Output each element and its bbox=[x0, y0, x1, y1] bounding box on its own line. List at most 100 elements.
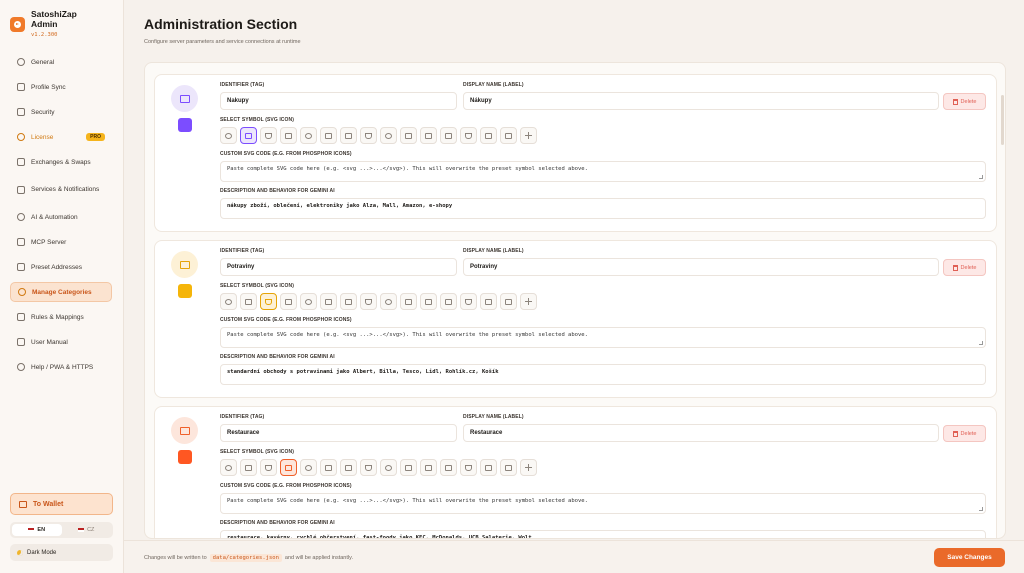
symbol-option[interactable] bbox=[280, 293, 297, 310]
symbol-option[interactable] bbox=[500, 293, 517, 310]
symbol-option[interactable] bbox=[300, 127, 317, 144]
description-textarea[interactable]: standardní obchody s potravinami jako Al… bbox=[220, 364, 986, 385]
symbol-option[interactable] bbox=[320, 127, 337, 144]
sidebar-item-general[interactable]: General bbox=[10, 52, 112, 72]
symbol-option[interactable] bbox=[460, 459, 477, 476]
category-color-picker[interactable] bbox=[178, 284, 192, 298]
display-name-input[interactable]: Restaurace bbox=[463, 424, 939, 442]
identifier-input[interactable]: Potraviny bbox=[220, 258, 457, 276]
display-name-input[interactable]: Potraviny bbox=[463, 258, 939, 276]
sidebar-item-help-pwa-https[interactable]: Help / PWA & HTTPS bbox=[10, 357, 112, 377]
sidebar-item-preset-addresses[interactable]: Preset Addresses bbox=[10, 257, 112, 277]
category-color-picker[interactable] bbox=[178, 450, 192, 464]
symbol-option[interactable] bbox=[440, 127, 457, 144]
symbol-option[interactable] bbox=[420, 293, 437, 310]
symbol-option[interactable] bbox=[260, 127, 277, 144]
cz-flag-icon bbox=[78, 528, 85, 532]
lang-en-button[interactable]: EN bbox=[12, 524, 62, 536]
symbol-option[interactable] bbox=[360, 293, 377, 310]
description-textarea[interactable]: nákupy zboží, oblečení, elektroniky jako… bbox=[220, 198, 986, 219]
symbol-option[interactable] bbox=[440, 293, 457, 310]
brand: SatoshiZap Admin v1.2.300 bbox=[10, 9, 77, 38]
symbol-option[interactable] bbox=[520, 459, 537, 476]
scrollbar[interactable] bbox=[1001, 95, 1004, 145]
fork-knife-icon bbox=[285, 464, 292, 471]
sidebar-item-security[interactable]: Security bbox=[10, 102, 112, 122]
symbol-option[interactable] bbox=[380, 459, 397, 476]
dark-mode-toggle[interactable]: Dark Mode bbox=[10, 544, 113, 561]
symbol-option[interactable] bbox=[240, 127, 257, 144]
symbol-option[interactable] bbox=[520, 127, 537, 144]
symbol-option[interactable] bbox=[520, 293, 537, 310]
custom-svg-textarea[interactable]: Paste complete SVG code here (e.g. <svg … bbox=[220, 327, 986, 348]
footer-text-after: and will be applied instantly. bbox=[284, 555, 353, 561]
to-wallet-button[interactable]: To Wallet bbox=[10, 493, 113, 515]
custom-svg-textarea[interactable]: Paste complete SVG code here (e.g. <svg … bbox=[220, 493, 986, 514]
sidebar-item-mcp-server[interactable]: MCP Server bbox=[10, 232, 112, 252]
category-color-picker[interactable] bbox=[178, 118, 192, 132]
symbol-option[interactable] bbox=[400, 459, 417, 476]
symbol-option[interactable] bbox=[400, 293, 417, 310]
symbol-option[interactable] bbox=[380, 293, 397, 310]
symbol-option[interactable] bbox=[380, 127, 397, 144]
delete-category-button[interactable]: Delete bbox=[943, 425, 986, 442]
symbol-option[interactable] bbox=[460, 127, 477, 144]
sidebar-item-profile-sync[interactable]: Profile Sync bbox=[10, 77, 112, 97]
symbol-option[interactable] bbox=[440, 459, 457, 476]
symbol-option[interactable] bbox=[460, 293, 477, 310]
sidebar-item-manage-categories[interactable]: Manage Categories bbox=[10, 282, 112, 302]
symbol-option[interactable] bbox=[220, 127, 237, 144]
symbol-option[interactable] bbox=[420, 459, 437, 476]
sidebar-item-ai-automation[interactable]: AI & Automation bbox=[10, 207, 112, 227]
symbol-option[interactable] bbox=[480, 293, 497, 310]
display-name-input[interactable]: Nákupy bbox=[463, 92, 939, 110]
symbol-option[interactable] bbox=[300, 459, 317, 476]
categories-panel[interactable]: IDENTIFIER (TAG) Nakupy DISPLAY NAME (LA… bbox=[144, 62, 1006, 539]
game-controller-icon bbox=[385, 298, 392, 305]
symbol-option[interactable] bbox=[280, 459, 297, 476]
sidebar-item-user-manual[interactable]: User Manual bbox=[10, 332, 112, 352]
sidebar-item-services-notifications[interactable]: Services & Notifications bbox=[10, 177, 112, 202]
footer-note: Changes will be written to data/categori… bbox=[144, 554, 353, 562]
category-avatar bbox=[171, 251, 198, 278]
delete-category-button[interactable]: Delete bbox=[943, 259, 986, 276]
symbol-option[interactable] bbox=[260, 293, 277, 310]
chart-icon bbox=[505, 298, 512, 305]
sidebar-item-exchanges-swaps[interactable]: Exchanges & Swaps bbox=[10, 152, 112, 172]
sidebar-item-rules-mappings[interactable]: Rules & Mappings bbox=[10, 307, 112, 327]
symbol-option[interactable] bbox=[340, 459, 357, 476]
symbol-option[interactable] bbox=[260, 459, 277, 476]
symbol-option[interactable] bbox=[320, 459, 337, 476]
bell-icon bbox=[17, 185, 25, 194]
symbol-option[interactable] bbox=[500, 459, 517, 476]
symbol-option[interactable] bbox=[360, 127, 377, 144]
symbol-option[interactable] bbox=[300, 293, 317, 310]
symbol-option[interactable] bbox=[480, 459, 497, 476]
symbol-option[interactable] bbox=[340, 293, 357, 310]
symbol-option[interactable] bbox=[220, 293, 237, 310]
symbol-option[interactable] bbox=[500, 127, 517, 144]
lang-cz-button[interactable]: CZ bbox=[62, 524, 112, 536]
symbol-option[interactable] bbox=[220, 459, 237, 476]
symbol-option[interactable] bbox=[280, 127, 297, 144]
symbol-option[interactable] bbox=[240, 459, 257, 476]
identifier-label: IDENTIFIER (TAG) bbox=[220, 414, 265, 420]
symbol-option[interactable] bbox=[420, 127, 437, 144]
identifier-input[interactable]: Restaurace bbox=[220, 424, 457, 442]
symbol-option[interactable] bbox=[240, 293, 257, 310]
language-switch: EN CZ bbox=[10, 522, 113, 538]
display-name-label: DISPLAY NAME (LABEL) bbox=[463, 414, 524, 420]
symbol-option[interactable] bbox=[340, 127, 357, 144]
delete-category-button[interactable]: Delete bbox=[943, 93, 986, 110]
custom-svg-textarea[interactable]: Paste complete SVG code here (e.g. <svg … bbox=[220, 161, 986, 182]
symbol-option[interactable] bbox=[480, 127, 497, 144]
sidebar-item-license[interactable]: License PRO bbox=[10, 127, 112, 147]
description-textarea[interactable]: restaurace, kavárny, rychlé občerstvení,… bbox=[220, 530, 986, 538]
identifier-input[interactable]: Nakupy bbox=[220, 92, 457, 110]
save-changes-button[interactable]: Save Changes bbox=[934, 548, 1005, 567]
symbol-option[interactable] bbox=[400, 127, 417, 144]
symbol-option[interactable] bbox=[320, 293, 337, 310]
symbol-option[interactable] bbox=[360, 459, 377, 476]
custom-svg-label: CUSTOM SVG CODE (E.G. FROM PHOSPHOR ICON… bbox=[220, 151, 352, 157]
trash-icon bbox=[952, 430, 958, 437]
